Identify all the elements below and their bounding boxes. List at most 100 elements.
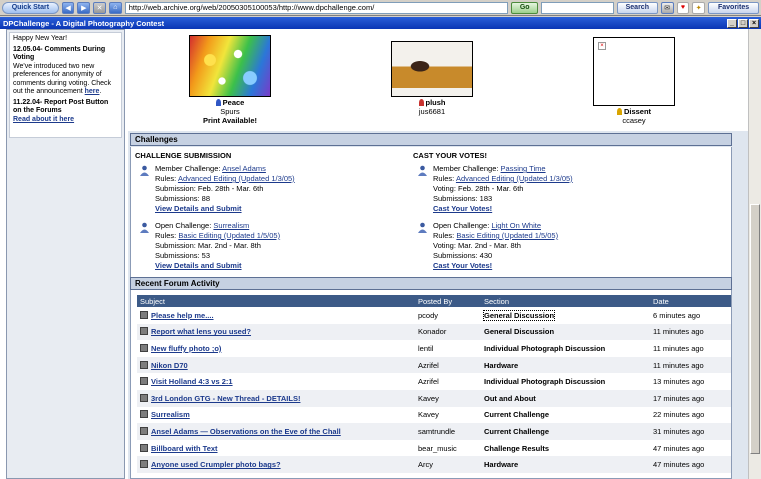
challenge-name-link[interactable]: Surrealism bbox=[213, 221, 249, 230]
back-icon[interactable]: ◀ bbox=[61, 1, 75, 14]
subject-cell: Anyone used Crumpler photo bags? bbox=[137, 456, 415, 473]
main-content: Peace Spurs Print Available! plush jus66… bbox=[128, 29, 748, 479]
browser-toolbar: Quick Start ◀ ▶ ✕ ⌂ http://web.archive.o… bbox=[0, 0, 761, 16]
rules-link[interactable]: Advanced Editing (Updated 1/3/05) bbox=[178, 174, 295, 183]
search-input[interactable] bbox=[541, 1, 614, 14]
challenge-dates: Voting: Feb. 28th - Mar. 6th bbox=[433, 184, 524, 193]
section-name[interactable]: Out and About bbox=[484, 394, 536, 403]
thread-link[interactable]: Please help me.... bbox=[151, 311, 214, 320]
forum-row: Surrealism Kavey Current Challenge 22 minut… bbox=[137, 406, 731, 424]
section-name[interactable]: Current Challenge bbox=[484, 410, 549, 419]
thread-link[interactable]: Report what lens you used? bbox=[151, 327, 251, 336]
section-cell: Individual Photograph Discussion bbox=[481, 340, 650, 357]
challenge-item: Member Challenge: Passing Time Rules: Ad… bbox=[417, 164, 573, 214]
news1-heading: 12.05.04- Comments During Voting bbox=[13, 45, 106, 62]
rules-link[interactable]: Basic Editing (Updated 1/5/05) bbox=[456, 231, 558, 240]
forum-row: Visit Holland 4:3 vs 2:1 Azrifel Individua… bbox=[137, 373, 731, 390]
search-button[interactable]: Search bbox=[616, 1, 658, 14]
forum-header: Recent Forum Activity bbox=[130, 277, 732, 290]
section-name[interactable]: General Discussion bbox=[484, 327, 554, 336]
challenge-dates: Submission: Feb. 28th - Mar. 6th bbox=[155, 184, 264, 193]
mail-icon[interactable]: ✉ bbox=[660, 1, 674, 14]
section-name[interactable]: Hardware bbox=[484, 460, 518, 469]
cast-votes-link[interactable]: Cast Your Votes! bbox=[433, 261, 558, 271]
folder-icon bbox=[140, 460, 148, 469]
folder-icon bbox=[140, 393, 148, 402]
cast-votes-link[interactable]: Cast Your Votes! bbox=[433, 204, 573, 214]
view-details-link[interactable]: View Details and Submit bbox=[155, 204, 295, 214]
rules-link[interactable]: Basic Editing (Updated 1/5/05) bbox=[178, 231, 280, 240]
thread-link[interactable]: Billboard with Text bbox=[151, 444, 218, 453]
photo-author[interactable]: Spurs bbox=[188, 107, 272, 116]
post-date: 11 minutes ago bbox=[650, 340, 731, 357]
photo-thumbnail[interactable] bbox=[189, 35, 271, 97]
close-icon[interactable]: × bbox=[749, 18, 759, 28]
minimize-icon[interactable]: _ bbox=[727, 18, 737, 28]
ribbon-icon bbox=[418, 99, 424, 106]
photo-title[interactable]: Dissent bbox=[624, 107, 651, 116]
folder-icon bbox=[140, 343, 148, 352]
print-available[interactable]: Print Available! bbox=[188, 116, 272, 125]
forum-panel: Subject Posted By Section Date Please he… bbox=[130, 290, 732, 479]
view-details-link[interactable]: View Details and Submit bbox=[155, 261, 280, 271]
subject-cell: Report what lens you used? bbox=[137, 323, 415, 341]
vertical-scrollbar[interactable] bbox=[748, 29, 761, 479]
subject-cell: Please help me.... bbox=[137, 307, 415, 324]
post-date: 22 minutes ago bbox=[650, 406, 731, 424]
section-name[interactable]: Challenge Results bbox=[484, 444, 549, 453]
post-date: 17 minutes ago bbox=[650, 389, 731, 407]
section-name[interactable]: Individual Photograph Discussion bbox=[484, 344, 605, 353]
quick-start-button[interactable]: Quick Start bbox=[2, 1, 59, 14]
rules-label: Rules: bbox=[155, 174, 177, 183]
posted-by: Konador bbox=[415, 323, 481, 341]
tools-icon[interactable]: ✦ bbox=[692, 1, 706, 14]
home-icon[interactable]: ⌂ bbox=[108, 1, 122, 14]
forward-icon[interactable]: ▶ bbox=[77, 1, 91, 14]
stop-icon[interactable]: ✕ bbox=[93, 1, 106, 14]
photo-thumbnail[interactable]: × bbox=[593, 37, 675, 106]
thread-link[interactable]: New fluffy photo ;o) bbox=[151, 344, 221, 353]
thread-link[interactable]: Visit Holland 4:3 vs 2:1 bbox=[151, 377, 233, 386]
heart-icon[interactable]: ♥ bbox=[676, 1, 690, 14]
challenge-type: Member Challenge: bbox=[155, 164, 221, 173]
maximize-icon[interactable]: □ bbox=[738, 18, 748, 28]
scrollbar-thumb[interactable] bbox=[750, 204, 760, 454]
thread-link[interactable]: Nikon D70 bbox=[151, 361, 188, 370]
thread-link[interactable]: Surrealism bbox=[151, 410, 190, 419]
challenge-name-link[interactable]: Ansel Adams bbox=[222, 164, 266, 173]
photo-thumbnail[interactable] bbox=[391, 41, 473, 97]
photo-author[interactable]: ccasey bbox=[592, 116, 676, 125]
forum-row: Ansel Adams — Observations on the Eve of… bbox=[137, 423, 731, 440]
news2-link[interactable]: Read about it here bbox=[13, 116, 74, 123]
post-date: 11 minutes ago bbox=[650, 323, 731, 341]
col-date[interactable]: Date bbox=[650, 295, 731, 307]
ribbon-icon bbox=[215, 99, 221, 106]
thread-link[interactable]: Anyone used Crumpler photo bags? bbox=[151, 460, 281, 469]
challenge-item: Open Challenge: Light On White Rules: Ba… bbox=[417, 221, 558, 271]
news-sidebar: Happy New Year! 12.05.04- Comments Durin… bbox=[6, 29, 125, 479]
rules-link[interactable]: Advanced Editing (Updated 1/3/05) bbox=[456, 174, 573, 183]
section-name[interactable]: General Discussion bbox=[482, 309, 556, 321]
folder-icon bbox=[140, 410, 148, 419]
photo-card: plush jus6681 bbox=[390, 41, 474, 116]
photo-author[interactable]: jus6681 bbox=[390, 107, 474, 116]
col-posted-by[interactable]: Posted By bbox=[415, 295, 481, 307]
section-name[interactable]: Current Challenge bbox=[484, 427, 549, 436]
col-subject[interactable]: Subject bbox=[137, 295, 415, 307]
post-date: 31 minutes ago bbox=[650, 423, 731, 440]
photo-title[interactable]: plush bbox=[426, 98, 446, 107]
go-button[interactable]: Go bbox=[510, 1, 539, 14]
address-bar[interactable]: http://web.archive.org/web/2005030510005… bbox=[124, 1, 508, 14]
section-name[interactable]: Individual Photograph Discussion bbox=[484, 377, 605, 386]
photo-title[interactable]: Peace bbox=[223, 98, 245, 107]
challenge-name-link[interactable]: Passing Time bbox=[501, 164, 546, 173]
thread-link[interactable]: 3rd London GTG - New Thread - DETAILS! bbox=[151, 394, 300, 403]
news1-link[interactable]: here bbox=[85, 88, 100, 95]
col-section[interactable]: Section bbox=[481, 295, 650, 307]
section-name[interactable]: Hardware bbox=[484, 361, 518, 370]
thread-link[interactable]: Ansel Adams — Observations on the Eve of… bbox=[151, 427, 341, 436]
forum-row: New fluffy photo ;o) lentil Individual Pho… bbox=[137, 340, 731, 357]
subject-cell: 3rd London GTG - New Thread - DETAILS! bbox=[137, 389, 415, 407]
favorites-button[interactable]: Favorites bbox=[708, 1, 759, 14]
challenge-name-link[interactable]: Light On White bbox=[491, 221, 541, 230]
